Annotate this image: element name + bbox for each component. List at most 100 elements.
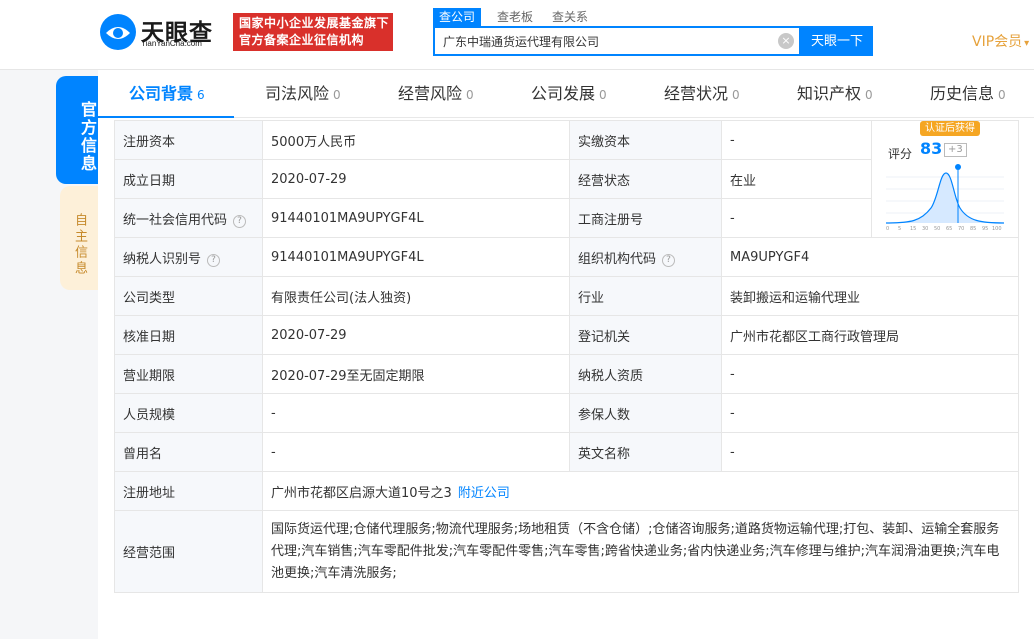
search-tab-company[interactable]: 查公司 xyxy=(433,8,482,26)
side-tab-official-info[interactable]: 官方信息 xyxy=(56,76,98,184)
field-value: - xyxy=(721,120,872,160)
axis-tick-label: 100 xyxy=(992,226,1002,231)
field-value: 2020-07-29 xyxy=(262,315,570,355)
x-axis-ticks: 0 5 15 30 50 65 70 85 95 100 xyxy=(886,226,1002,231)
official-badge: 国家中小企业发展基金旗下 官方备案企业征信机构 xyxy=(233,13,393,51)
tab-intellectual-property[interactable]: 知识产权 0 xyxy=(797,70,873,118)
field-label: 经营范围 xyxy=(114,510,263,593)
score-delta: +3 xyxy=(944,143,967,157)
field-value: 91440101MA9UPYGF4L xyxy=(262,198,570,238)
field-label-text: 统一社会信用代码 xyxy=(123,212,228,228)
chevron-down-icon: ▾ xyxy=(1024,38,1030,49)
vip-menu[interactable]: VIP会员 ▾ xyxy=(972,31,1029,51)
field-value: 装卸搬运和运输代理业 xyxy=(721,276,1019,316)
field-label-text: 纳税人识别号 xyxy=(123,251,202,267)
tab-count: 6 xyxy=(197,88,205,102)
badge-line-1: 国家中小企业发展基金旗下 xyxy=(239,16,390,30)
field-label: 注册地址 xyxy=(114,471,263,511)
axis-tick-label: 70 xyxy=(958,226,964,231)
axis-tick-label: 5 xyxy=(898,226,901,231)
axis-tick-label: 95 xyxy=(982,226,988,231)
business-info-table: 注册资本 5000万人民币 实缴资本 - 认证后获得 评分 83 +3 0 5 … xyxy=(114,120,1019,593)
vip-label: VIP会员 xyxy=(972,34,1023,50)
help-icon[interactable]: ? xyxy=(662,253,676,267)
tab-operating-status[interactable]: 经营状况 0 xyxy=(664,70,740,118)
tab-count: 0 xyxy=(732,88,740,102)
field-label: 营业期限 xyxy=(114,354,263,394)
tab-count: 0 xyxy=(599,88,607,102)
field-label: 组织机构代码? xyxy=(569,237,722,277)
tab-company-background[interactable]: 公司背景 6 xyxy=(129,70,205,118)
search-tab-boss[interactable]: 查老板 xyxy=(491,8,539,26)
tab-label: 知识产权 xyxy=(797,84,862,103)
tab-label: 经营风险 xyxy=(398,84,463,103)
badge-line-2: 官方备案企业征信机构 xyxy=(239,33,365,47)
tab-label: 公司发展 xyxy=(531,84,596,103)
help-icon[interactable]: ? xyxy=(233,214,247,228)
logo-domain: TianYanCha.com xyxy=(141,39,202,48)
tab-company-development[interactable]: 公司发展 0 xyxy=(531,70,607,118)
clear-icon[interactable]: × xyxy=(778,33,794,49)
search-input[interactable] xyxy=(435,28,771,54)
field-value: - xyxy=(721,354,1019,394)
score-value: 83 xyxy=(920,139,943,158)
table-row: 营业期限 2020-07-29至无固定期限 纳税人资质 - xyxy=(114,354,1019,394)
field-label: 纳税人识别号? xyxy=(114,237,263,277)
table-row: 公司类型 有限责任公司(法人独资) 行业 装卸搬运和运输代理业 xyxy=(114,276,1019,316)
field-label: 实缴资本 xyxy=(569,120,722,160)
field-label: 公司类型 xyxy=(114,276,263,316)
axis-tick-label: 85 xyxy=(970,226,976,231)
score-distribution-chart: 0 5 15 30 50 65 70 85 95 100 xyxy=(886,164,1004,231)
field-label: 纳税人资质 xyxy=(569,354,722,394)
tab-count: 0 xyxy=(998,88,1006,102)
axis-tick-label: 0 xyxy=(886,226,889,231)
field-label: 行业 xyxy=(569,276,722,316)
field-value: - xyxy=(721,198,872,238)
tab-count: 0 xyxy=(466,88,474,102)
address-text: 广州市花都区启源大道10号之3 xyxy=(271,485,452,501)
table-row: 曾用名 - 英文名称 - xyxy=(114,432,1019,472)
distribution-area xyxy=(886,173,1004,223)
business-scope: 国际货运代理;仓储代理服务;物流代理服务;场地租赁（不含仓储）;仓储咨询服务;道… xyxy=(262,510,1019,593)
table-row: 核准日期 2020-07-29 登记机关 广州市花都区工商行政管理局 xyxy=(114,315,1019,355)
tab-count: 0 xyxy=(333,88,341,102)
field-value: - xyxy=(262,432,570,472)
tab-label: 公司背景 xyxy=(129,84,194,103)
score-tag: 认证后获得 xyxy=(920,121,980,136)
tab-label: 经营状况 xyxy=(664,84,729,103)
field-value: 有限责任公司(法人独资) xyxy=(262,276,570,316)
field-value: 5000万人民币 xyxy=(262,120,570,160)
search-tab-relation[interactable]: 查关系 xyxy=(546,8,594,26)
table-row: 经营范围 国际货运代理;仓储代理服务;物流代理服务;场地租赁（不含仓储）;仓储咨… xyxy=(114,510,1019,593)
score-card[interactable]: 认证后获得 评分 83 +3 0 5 15 30 50 65 70 85 95 … xyxy=(871,120,1019,238)
tab-count: 0 xyxy=(865,88,873,102)
field-value: - xyxy=(262,393,570,433)
tab-history[interactable]: 历史信息 0 xyxy=(930,70,1006,118)
help-icon[interactable]: ? xyxy=(207,253,221,267)
score-marker-dot xyxy=(955,164,961,170)
field-label: 英文名称 xyxy=(569,432,722,472)
axis-tick-label: 15 xyxy=(910,226,916,231)
field-label: 统一社会信用代码? xyxy=(114,198,263,238)
field-label: 成立日期 xyxy=(114,159,263,199)
tab-judicial-risk[interactable]: 司法风险 0 xyxy=(265,70,341,118)
axis-tick-label: 65 xyxy=(946,226,952,231)
search-button[interactable]: 天眼一下 xyxy=(801,26,873,56)
top-header: 天眼查 TianYanCha.com 国家中小企业发展基金旗下 官方备案企业征信… xyxy=(0,0,1034,70)
field-label: 曾用名 xyxy=(114,432,263,472)
tab-business-risk[interactable]: 经营风险 0 xyxy=(398,70,474,118)
field-value: - xyxy=(721,432,1019,472)
axis-tick-label: 30 xyxy=(922,226,928,231)
field-label: 登记机关 xyxy=(569,315,722,355)
site-logo[interactable]: 天眼查 TianYanCha.com xyxy=(98,12,226,52)
tab-label: 司法风险 xyxy=(265,84,330,103)
axis-tick-label: 50 xyxy=(934,226,940,231)
table-row: 人员规模 - 参保人数 - xyxy=(114,393,1019,433)
field-label: 人员规模 xyxy=(114,393,263,433)
field-label: 参保人数 xyxy=(569,393,722,433)
nearby-companies-link[interactable]: 附近公司 xyxy=(458,486,510,501)
table-row: 纳税人识别号? 91440101MA9UPYGF4L 组织机构代码? MA9UP… xyxy=(114,237,1019,277)
side-tab-self-info[interactable]: 自主信息 xyxy=(60,186,98,290)
field-value: 广州市花都区工商行政管理局 xyxy=(721,315,1019,355)
tab-label: 历史信息 xyxy=(930,84,995,103)
